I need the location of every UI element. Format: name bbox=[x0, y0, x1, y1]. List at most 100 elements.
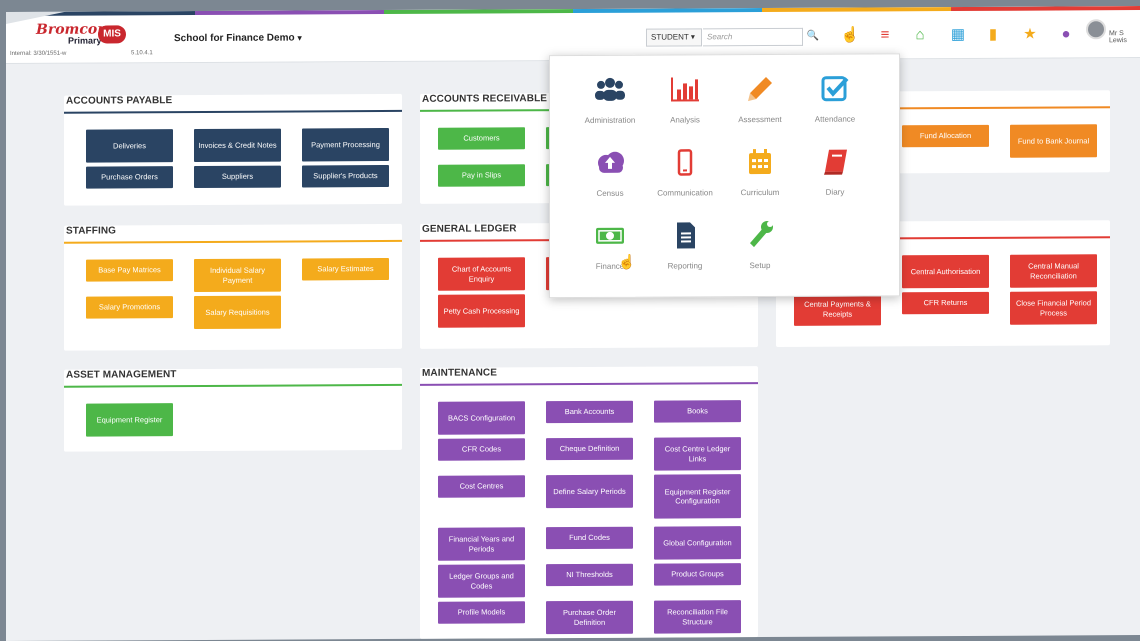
menu-item-label: Diary bbox=[825, 187, 845, 197]
menu-item-analysis[interactable]: Analysis bbox=[645, 75, 725, 139]
tile-close-financial-period-process[interactable]: Close Financial Period Process bbox=[1010, 291, 1097, 325]
tile-pay-in-slips[interactable]: Pay in Slips bbox=[438, 164, 525, 187]
tile-profile-models[interactable]: Profile Models bbox=[438, 601, 525, 624]
tile-cheque-definition[interactable]: Cheque Definition bbox=[546, 437, 633, 461]
document-icon bbox=[677, 222, 695, 249]
stripe-segment bbox=[762, 7, 951, 13]
tile-bank-accounts[interactable]: Bank Accounts bbox=[546, 400, 633, 424]
tile-bacs-configuration[interactable]: BACS Configuration bbox=[438, 401, 525, 435]
search-icon[interactable]: 🔍 bbox=[804, 28, 822, 46]
tile-reconciliation-file-structure[interactable]: Reconciliation File Structure bbox=[654, 600, 741, 634]
school-selector[interactable]: School for Finance Demo ▾ bbox=[174, 32, 302, 44]
section-title: ASSET MANAGEMENT bbox=[66, 369, 177, 381]
tile-individual-salary-payment[interactable]: Individual Salary Payment bbox=[194, 258, 281, 293]
tile-central-manual-reconciliation[interactable]: Central Manual Reconciliation bbox=[1010, 254, 1097, 288]
tile-central-payments-receipts[interactable]: Central Payments & Receipts bbox=[794, 292, 881, 326]
tile-salary-promotions[interactable]: Salary Promotions bbox=[86, 296, 173, 319]
menu-item-label: Attendance bbox=[814, 114, 856, 124]
menu-item-label: Finance bbox=[595, 261, 625, 271]
section-title: MAINTENANCE bbox=[422, 367, 497, 379]
menu-item-finance[interactable]: Finance bbox=[570, 222, 650, 286]
home-icon[interactable]: ⌂ bbox=[908, 23, 932, 47]
star-icon[interactable]: ★ bbox=[1018, 23, 1042, 47]
tile-suppliers-products[interactable]: Supplier's Products bbox=[302, 164, 389, 188]
tile-cfr-returns[interactable]: CFR Returns bbox=[902, 291, 989, 315]
tile-cost-centre-ledger-links[interactable]: Cost Centre Ledger Links bbox=[654, 437, 741, 471]
tile-fund-codes[interactable]: Fund Codes bbox=[546, 526, 633, 550]
tile-customers[interactable]: Customers bbox=[438, 127, 525, 150]
menu-item-label: Census bbox=[596, 188, 624, 198]
book-icon bbox=[824, 149, 847, 175]
tile-product-groups[interactable]: Product Groups bbox=[654, 563, 741, 586]
modules-menu: Administration Analysis Assessment Atten… bbox=[549, 53, 900, 299]
money-icon bbox=[596, 227, 624, 244]
bar-chart-icon bbox=[671, 77, 699, 102]
menu-item-attendance[interactable]: Attendance bbox=[795, 74, 875, 138]
tile-cost-centres[interactable]: Cost Centres bbox=[438, 475, 525, 498]
tile-invoices-credit-notes[interactable]: Invoices & Credit Notes bbox=[194, 128, 281, 163]
color-stripe bbox=[6, 6, 1140, 16]
menu-item-label: Reporting bbox=[667, 261, 703, 271]
menu-item-label: Setup bbox=[749, 260, 771, 271]
screen-corner bbox=[6, 11, 66, 24]
tile-cfr-codes[interactable]: CFR Codes bbox=[438, 438, 525, 461]
grid-icon[interactable]: ▦ bbox=[946, 23, 970, 47]
pencil-icon bbox=[748, 77, 772, 102]
wrench-icon bbox=[750, 220, 773, 248]
tile-define-salary-periods[interactable]: Define Salary Periods bbox=[546, 474, 633, 509]
stripe-segment bbox=[384, 9, 573, 15]
tile-chart-of-accounts-enquiry[interactable]: Chart of Accounts Enquiry bbox=[438, 257, 525, 291]
people-icon bbox=[595, 77, 625, 101]
tile-purchase-orders[interactable]: Purchase Orders bbox=[86, 166, 173, 189]
tile-suppliers[interactable]: Suppliers bbox=[194, 165, 281, 189]
tile-equipment-register-configuration[interactable]: Equipment Register Configuration bbox=[654, 474, 741, 519]
menu-item-label: Assessment bbox=[738, 114, 782, 125]
bookmark-icon[interactable]: ▮ bbox=[981, 23, 1005, 47]
tile-ledger-groups-and-codes[interactable]: Ledger Groups and Codes bbox=[438, 564, 525, 598]
tile-deliveries[interactable]: Deliveries bbox=[86, 129, 173, 163]
menu-item-communication[interactable]: Communication bbox=[645, 148, 725, 212]
menu-item-administration[interactable]: Administration bbox=[570, 76, 650, 140]
tile-petty-cash-processing[interactable]: Petty Cash Processing bbox=[438, 294, 525, 328]
app-window: Bromcom Primary MIS Internal: 3/30/1551-… bbox=[6, 6, 1140, 641]
logo-subtitle: Primary bbox=[68, 35, 102, 46]
menu-item-reporting[interactable]: Reporting bbox=[645, 221, 725, 285]
tile-base-pay-matrices[interactable]: Base Pay Matrices bbox=[86, 259, 173, 282]
tile-fund-allocation[interactable]: Fund Allocation bbox=[902, 124, 989, 148]
stripe-segment bbox=[195, 10, 384, 16]
tile-global-configuration[interactable]: Global Configuration bbox=[654, 526, 741, 560]
tile-payment-processing[interactable]: Payment Processing bbox=[302, 127, 389, 162]
search-input[interactable]: Search bbox=[703, 27, 803, 47]
menu-item-curriculum[interactable]: Curriculum bbox=[720, 148, 800, 212]
checkbox-icon bbox=[821, 76, 849, 102]
hand-pointer-icon[interactable]: ☝ bbox=[838, 24, 862, 48]
user-name[interactable]: Mr S Lewis bbox=[1109, 30, 1140, 44]
tile-ni-thresholds[interactable]: NI Thresholds bbox=[546, 563, 633, 587]
search-scope-select[interactable]: STUDENT ▾ bbox=[646, 28, 702, 47]
menu-item-setup[interactable]: Setup bbox=[720, 220, 800, 285]
tile-fund-to-bank-journal[interactable]: Fund to Bank Journal bbox=[1010, 124, 1097, 158]
section-title: ACCOUNTS PAYABLE bbox=[66, 95, 173, 107]
version-label: 5.10.4.1 bbox=[131, 50, 153, 57]
tile-equipment-register[interactable]: Equipment Register bbox=[86, 403, 173, 437]
avatar[interactable] bbox=[1086, 19, 1106, 40]
menu-item-label: Communication bbox=[657, 188, 713, 198]
tile-books[interactable]: Books bbox=[654, 400, 741, 423]
tile-financial-years-and-periods[interactable]: Financial Years and Periods bbox=[438, 527, 525, 561]
tile-salary-requisitions[interactable]: Salary Requisitions bbox=[194, 295, 281, 330]
mobile-icon bbox=[677, 149, 693, 176]
school-name: School for Finance Demo bbox=[174, 32, 295, 45]
menu-item-diary[interactable]: Diary bbox=[795, 147, 875, 211]
tile-salary-estimates[interactable]: Salary Estimates bbox=[302, 257, 389, 281]
alert-icon[interactable]: ● bbox=[1054, 22, 1078, 46]
menu-item-label: Analysis bbox=[670, 115, 700, 125]
cloud-upload-icon bbox=[598, 151, 624, 173]
section-title: ACCOUNTS RECEIVABLE bbox=[422, 93, 548, 105]
menu-item-label: Curriculum bbox=[740, 187, 780, 198]
menu-item-assessment[interactable]: Assessment bbox=[720, 75, 800, 139]
section-title: STAFFING bbox=[66, 225, 117, 237]
tile-purchase-order-definition[interactable]: Purchase Order Definition bbox=[546, 600, 633, 635]
menu-icon[interactable]: ≡ bbox=[873, 23, 897, 47]
tile-central-authorisation[interactable]: Central Authorisation bbox=[902, 254, 989, 289]
menu-item-census[interactable]: Census bbox=[570, 149, 650, 213]
